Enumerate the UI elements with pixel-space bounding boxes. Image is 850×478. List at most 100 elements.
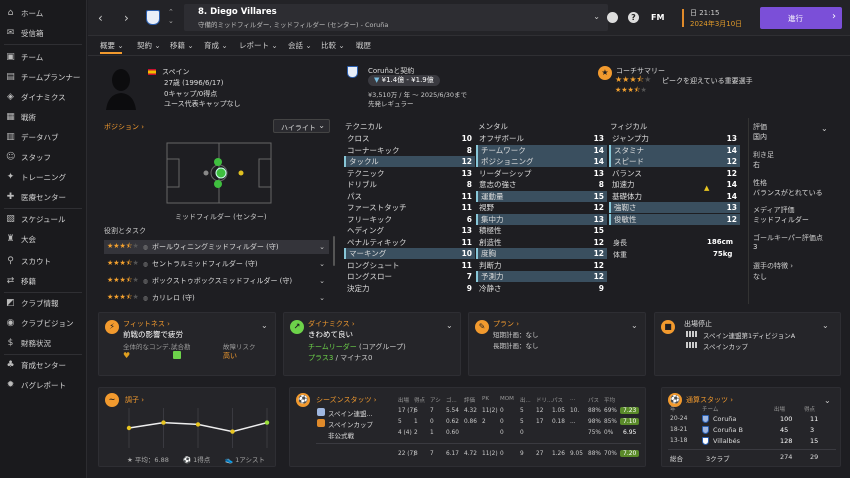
tab-2[interactable]: 契約 ⌄ [137,40,161,51]
sidebar-item-4[interactable]: ▤ チームプランナー [4,68,86,86]
roles-scrollbar[interactable] [333,236,335,266]
traits-label[interactable]: 選手の特徴 › [753,261,793,271]
chevron-down-icon[interactable]: ⌄ [319,277,325,285]
form-point[interactable] [126,425,132,431]
attr-row-physical[interactable]: スピード 12 [609,156,740,167]
attr-row-physical[interactable]: スタミナ 14 [609,144,740,156]
attr-row-mental[interactable]: 意志の強さ 8 [476,179,607,190]
club-crest-icon[interactable] [146,10,160,25]
form-point[interactable] [161,420,166,425]
tab-4[interactable]: 育成 ⌄ [204,40,228,51]
attr-row-mental[interactable]: 集中力 13 [476,213,607,225]
chevron-down-icon[interactable]: ⌄ [631,321,638,330]
attr-row-technical[interactable]: コーナーキック 8 [344,145,475,156]
plan-title[interactable]: プラン › [493,319,519,329]
attr-row-technical[interactable]: ロングシュート 11 [344,260,475,271]
chevron-down-icon[interactable]: ⌄ [319,260,325,268]
attr-row-technical[interactable]: ヘディング 13 [344,225,475,236]
attr-row-technical[interactable]: ロングスロー 7 [344,271,475,282]
attr-row-technical[interactable]: ファーストタッチ 11 [344,202,475,213]
attr-row-physical[interactable]: ジャンプ力 13 [609,133,740,144]
tab-3[interactable]: 移籍 ⌄ [170,40,194,51]
sidebar-item-6[interactable]: ▦ 戦術 [4,108,86,126]
back-arrow-icon[interactable]: ‹ [98,11,103,25]
sidebar-item-11[interactable]: ▧ スケジュール [4,210,86,228]
attr-row-mental[interactable]: オフザボール 13 [476,133,607,144]
sidebar-item-3[interactable]: ▣ チーム [4,48,86,66]
attr-row-mental[interactable]: リーダーシップ 13 [476,168,607,179]
sidebar-item-19[interactable]: ✹ バグレポート [4,376,86,394]
career-team[interactable]: Coruña B [713,426,743,434]
attr-row-physical[interactable]: バランス 12 [609,168,740,179]
attr-row-technical[interactable]: ペナルティキック 11 [344,237,475,248]
highlight-dropdown[interactable]: ハイライト ⌄ [273,119,330,133]
role-row[interactable]: ★★★⯪★ ◍ セントラルミッドフィルダー (守) ⌄ [104,257,329,271]
sidebar-item-16[interactable]: ◉ クラブビジョン [4,314,86,332]
sidebar-item-13[interactable]: ⚲ スカウト [4,252,86,270]
attr-row-mental[interactable]: 積極性 15 [476,225,607,236]
attr-row-mental[interactable]: 予測力 12 [476,271,607,282]
sidebar-item-12[interactable]: ♜ 大会 [4,230,86,248]
attr-row-mental[interactable]: ポジショニング 14 [476,156,607,167]
sidebar-item-7[interactable]: ▥ データハブ [4,128,86,146]
attr-row-physical[interactable]: 加速力 14 [609,179,740,190]
chevron-down-icon[interactable]: ⌄ [261,321,268,330]
attr-row-technical[interactable]: 決定力 9 [344,283,475,294]
attr-row-mental[interactable]: 運動量 15 [476,190,607,202]
sidebar-item-17[interactable]: $ 財務状況 [4,334,86,352]
player-switch-icon[interactable]: ⌃ ⌄ [168,8,174,26]
attr-row-physical[interactable]: 強靭さ 13 [609,202,740,213]
forward-arrow-icon[interactable]: › [124,11,129,25]
sidebar-item-15[interactable]: ◩ クラブ情報 [4,294,86,312]
form-point[interactable] [195,422,201,427]
season-comp-name[interactable]: スペイン連盟... [328,408,373,418]
tab-5[interactable]: レポート ⌄ [239,40,278,51]
career-team[interactable]: Coruña [713,415,736,423]
tab-8[interactable]: 戦歴 [356,40,371,51]
role-row[interactable]: ★★★⯪★ ◍ ボールウィニングミッドフィルダー (守) ⌄ [104,240,329,254]
attr-row-technical[interactable]: ドリブル 8 [344,179,475,190]
fitness-title[interactable]: フィットネス › [123,319,170,329]
nationality[interactable]: スペイン [162,67,190,77]
sidebar-item-1[interactable]: ⌂ ホーム [4,4,86,22]
sidebar-item-9[interactable]: ✦ トレーニング [4,168,86,186]
season-stats-title[interactable]: シーズンスタッツ › [316,395,377,405]
attr-row-mental[interactable]: 判断力 12 [476,260,607,271]
chevron-down-icon[interactable]: ⌄ [446,321,453,330]
season-comp-name[interactable]: 非公式戦 [328,430,354,440]
attr-row-mental[interactable]: チームワーク 14 [476,144,607,156]
chevron-down-icon[interactable]: ⌄ [822,321,829,330]
sidebar-item-14[interactable]: ⇄ 移籍 [4,272,86,290]
form-point[interactable] [264,420,270,425]
attr-row-technical[interactable]: クロス 10 [344,133,475,144]
chevron-down-icon[interactable]: ⌄ [821,124,828,133]
attr-row-physical[interactable]: 基礎体力 14 [609,191,740,202]
sidebar-item-8[interactable]: ☺ スタッフ [4,148,86,166]
position-title[interactable]: ポジション › [104,122,144,132]
attr-row-mental[interactable]: 冷静さ 9 [476,283,607,294]
role-row[interactable]: ★★★⯪★ ◍ ボックストゥボックスミッドフィルダー (守) ⌄ [104,274,329,288]
attr-row-mental[interactable]: 度胸 12 [476,248,607,259]
sidebar-item-2[interactable]: ✉ 受信箱 [4,24,86,42]
help-icon[interactable]: ? [628,12,639,23]
season-comp-name[interactable]: スペインカップ [328,419,373,429]
sidebar-item-5[interactable]: ◈ ダイナミクス [4,88,86,106]
sidebar-item-10[interactable]: ✚ 医療センター [4,188,86,206]
chevron-down-icon[interactable]: ⌄ [319,243,325,251]
form-point[interactable] [230,429,235,434]
sidebar-item-18[interactable]: ♣ 育成センター [4,356,86,374]
career-team[interactable]: Villalbés [713,437,740,445]
attr-row-technical[interactable]: パス 11 [344,191,475,202]
attr-row-mental[interactable]: 創造性 12 [476,237,607,248]
tab-7[interactable]: 比較 ⌄ [321,40,345,51]
tab-6[interactable]: 会話 ⌄ [288,40,312,51]
career-stats-title[interactable]: 通算スタッツ › [686,395,733,405]
attr-row-technical[interactable]: フリーキック 6 [344,214,475,225]
attr-row-technical[interactable]: タックル 12 [344,156,475,167]
ball-icon[interactable] [607,12,618,23]
attr-row-technical[interactable]: テクニック 13 [344,168,475,179]
player-header[interactable]: 8. Diego Villares 守備的ミッドフィルダー, ミッドフィルダー … [184,4,608,31]
tab-1[interactable]: 概要 ⌄ [100,40,124,51]
attr-row-physical[interactable]: 俊敏性 12 [609,213,740,225]
dynamics-title[interactable]: ダイナミクス › [308,319,355,329]
